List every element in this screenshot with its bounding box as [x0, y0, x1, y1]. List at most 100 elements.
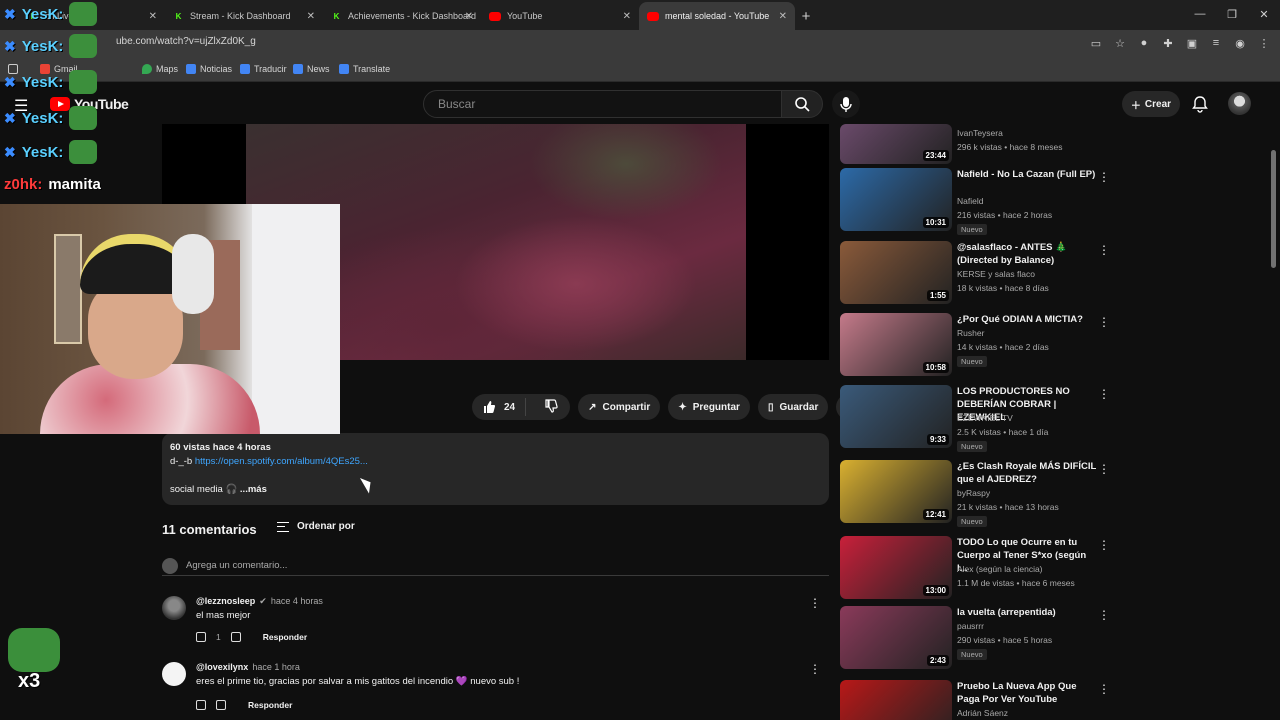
video-thumbnail[interactable]: 13:00 [840, 536, 952, 599]
youtube-icon [647, 11, 659, 21]
commenter-avatar[interactable] [162, 596, 186, 620]
tab-youtube[interactable]: YouTube ✕ [481, 2, 639, 30]
recommended-video[interactable]: Pruebo La Nueva App Que Paga Por Ver You… [840, 680, 1120, 720]
bookmark-news[interactable]: News [293, 64, 330, 74]
comment-dislike-icon[interactable] [216, 700, 226, 710]
video-menu-icon[interactable]: ⋮ [1098, 608, 1110, 622]
video-title[interactable]: @salasflaco - ANTES 🎄 (Directed by Balan… [957, 241, 1097, 267]
stream-chat-overlay: ✖ YesK: ✖ YesK: ✖ YesK: ✖ YesK: ✖ YesK: z0hk:… [0, 0, 130, 200]
search-input[interactable]: Buscar [423, 90, 782, 118]
video-menu-icon[interactable]: ⋮ [1098, 462, 1110, 476]
bookmark-maps[interactable]: Maps [142, 64, 178, 74]
close-icon[interactable]: ✕ [465, 11, 473, 22]
video-thumbnail[interactable]: 10:58 [840, 313, 952, 376]
recommended-video[interactable]: 10:31 Nafield - No La Cazan (Full EP) Nafi… [840, 168, 1120, 236]
comment-dislike-icon[interactable] [230, 632, 241, 642]
video-menu-icon[interactable]: ⋮ [1098, 682, 1110, 696]
comment-like-icon[interactable] [196, 700, 206, 710]
video-title[interactable]: ¿Es Clash Royale MÁS DIFÍCIL que el AJED… [957, 460, 1097, 486]
channel-name[interactable]: EZEWKIEL TV [957, 413, 1013, 423]
tab-kick-dashboard[interactable]: K Stream - Kick Dashboard ✕ [165, 2, 323, 30]
channel-name[interactable]: KERSE y salas flaco [957, 269, 1035, 279]
close-window-icon[interactable]: ✕ [1248, 0, 1280, 28]
bookmark-noticias[interactable]: Noticias [186, 64, 232, 74]
add-comment-field[interactable]: Agrega un comentario... [162, 556, 829, 576]
recommended-video[interactable]: 13:00 TODO Lo que Ocurre en tu Cuerpo al … [840, 536, 1120, 604]
close-icon[interactable]: ✕ [779, 11, 787, 22]
close-icon[interactable]: ✕ [307, 11, 315, 22]
channel-name[interactable]: Rusher [957, 328, 984, 338]
tab-mental-soledad[interactable]: mental soledad - YouTube ✕ [639, 2, 795, 30]
video-thumbnail[interactable]: 2:43 [840, 606, 952, 669]
video-thumbnail[interactable] [840, 680, 952, 720]
show-more-link[interactable]: ...más [240, 484, 267, 495]
profile-icon[interactable]: ◉ [1232, 35, 1248, 51]
create-button[interactable]: ＋ Crear [1122, 91, 1180, 117]
share-button[interactable]: ↗ Compartir [578, 394, 661, 420]
close-icon[interactable]: ✕ [149, 11, 157, 22]
ask-button[interactable]: ✦ Preguntar [668, 394, 750, 420]
notifications-bell-icon[interactable] [1190, 94, 1210, 114]
media-icon[interactable]: ≡ [1208, 35, 1224, 51]
comment-like-icon[interactable] [196, 632, 206, 642]
like-button[interactable]: 24 [472, 398, 527, 416]
video-thumbnail[interactable]: 9:33 [840, 385, 952, 448]
comment-author[interactable]: @lezznosleep [196, 596, 255, 606]
video-title[interactable]: Pruebo La Nueva App Que Paga Por Ver You… [957, 680, 1097, 706]
puzzle-icon[interactable]: ▣ [1184, 35, 1200, 51]
recommended-video[interactable]: 1:55 @salasflaco - ANTES 🎄 (Directed by B… [840, 241, 1120, 309]
new-tab-button[interactable]: + [795, 2, 817, 30]
channel-name[interactable]: Adrián Sáenz [957, 708, 1008, 718]
url-field[interactable]: ube.com/watch?v=ujZlxZd0K_g [116, 36, 256, 47]
video-menu-icon[interactable]: ⋮ [1098, 243, 1110, 257]
menu-icon[interactable]: ⋮ [1256, 35, 1272, 51]
bookmark-star-icon[interactable]: ☆ [1112, 35, 1128, 51]
video-title[interactable]: Nafield - No La Cazan (Full EP) [957, 168, 1097, 181]
channel-name[interactable]: Alex (según la ciencia) [957, 564, 1043, 574]
tab-kick-achievements[interactable]: K Achievements - Kick Dashboard ✕ [323, 2, 481, 30]
save-button[interactable]: ▯ Guardar [757, 394, 829, 420]
video-thumbnail[interactable]: 1:55 [840, 241, 952, 304]
comment-menu-icon[interactable]: ⋮ [809, 596, 821, 610]
account-avatar[interactable] [1228, 92, 1251, 115]
scrollbar[interactable] [1271, 150, 1276, 268]
video-title[interactable]: la vuelta (arrepentida) [957, 606, 1097, 619]
extension-icon[interactable]: ✚ [1160, 35, 1176, 51]
video-actions: 24 ↗Compartir ✦Preguntar ▯Guardar ••• [472, 394, 863, 422]
voice-search-button[interactable] [832, 90, 860, 118]
channel-name[interactable]: Nafield [957, 196, 983, 206]
minimize-icon[interactable]: — [1184, 0, 1216, 28]
maximize-icon[interactable]: ❐ [1216, 0, 1248, 28]
video-thumbnail[interactable]: 23:44 [840, 124, 952, 164]
sort-comments-button[interactable]: Ordenar por [277, 521, 355, 532]
spotify-link[interactable]: https://open.spotify.com/album/4QEs25... [195, 456, 368, 467]
video-thumbnail[interactable]: 10:31 [840, 168, 952, 231]
recommended-video[interactable]: 12:41 ¿Es Clash Royale MÁS DIFÍCIL que el… [840, 460, 1120, 528]
channel-name[interactable]: IvanTeysera [957, 128, 1003, 138]
reply-button[interactable]: Responder [263, 632, 307, 642]
extension-icon[interactable]: ● [1136, 35, 1152, 51]
video-menu-icon[interactable]: ⋮ [1098, 387, 1110, 401]
bookmark-traducir[interactable]: Traducir [240, 64, 287, 74]
recommended-video[interactable]: 2:43 la vuelta (arrepentida) pausrrr 290 vi… [840, 606, 1120, 674]
video-thumbnail[interactable]: 12:41 [840, 460, 952, 523]
video-menu-icon[interactable]: ⋮ [1098, 538, 1110, 552]
close-icon[interactable]: ✕ [623, 11, 631, 22]
channel-name[interactable]: byRaspy [957, 488, 990, 498]
comment-author[interactable]: @lovexilynx [196, 662, 248, 672]
bookmark-translate[interactable]: Translate [339, 64, 390, 74]
recommended-video[interactable]: 9:33 LOS PRODUCTORES NO DEBERÍAN COBRAR |… [840, 385, 1120, 453]
video-menu-icon[interactable]: ⋮ [1098, 315, 1110, 329]
video-menu-icon[interactable]: ⋮ [1098, 170, 1110, 184]
recommended-video[interactable]: 10:58 ¿Por Qué ODIAN A MICTIA? Rusher 14 k … [840, 313, 1120, 381]
search-button[interactable] [781, 90, 823, 118]
video-title[interactable]: ¿Por Qué ODIAN A MICTIA? [957, 313, 1097, 326]
cast-icon[interactable]: ▭ [1088, 35, 1104, 51]
dislike-button[interactable] [532, 398, 570, 416]
comment-menu-icon[interactable]: ⋮ [809, 662, 821, 676]
bookmarks-bar: Gmail Maps Noticias Traducir News Transl… [0, 58, 1280, 82]
channel-name[interactable]: pausrrr [957, 621, 984, 631]
video-description[interactable]: 60 vistas hace 4 horas d-_-b https://ope… [162, 433, 829, 505]
reply-button[interactable]: Responder [248, 700, 292, 710]
commenter-avatar[interactable] [162, 662, 186, 686]
